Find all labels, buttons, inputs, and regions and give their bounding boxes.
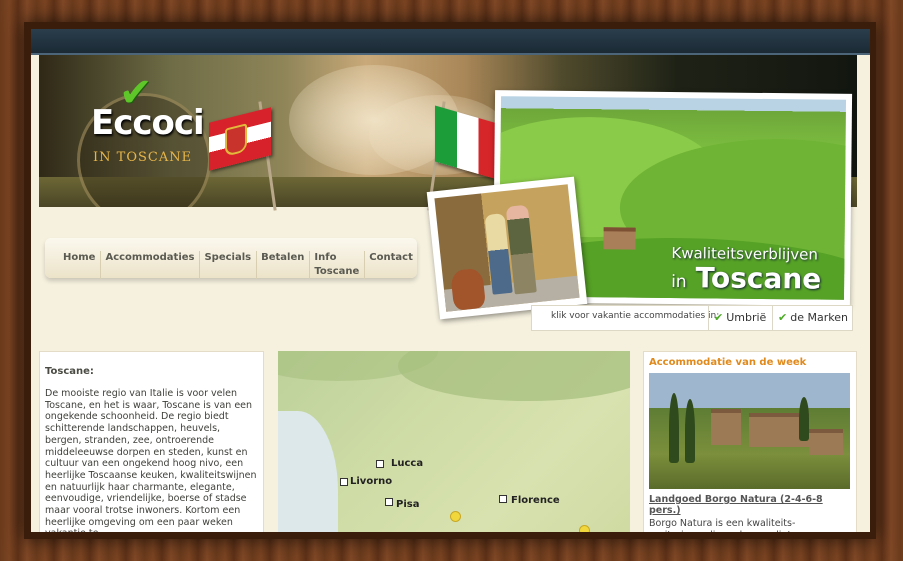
crest-icon [225, 123, 247, 157]
city-marker-icon [499, 495, 507, 503]
accommodation-marker-icon[interactable] [579, 525, 590, 532]
slogan-main-text: Toscane [695, 261, 822, 296]
nav-home[interactable]: Home [59, 251, 100, 279]
city-marker-icon [376, 460, 384, 468]
region-marken-button[interactable]: ✔ de Marken [772, 306, 852, 330]
region-links: klik voor vakantie accommodaties in: ✔ Um… [531, 305, 853, 331]
borgo-natura-photo[interactable] [649, 373, 850, 489]
sea-area [278, 411, 338, 532]
web-page: ✔ Eccoci IN TOSCANE Kwaliteitsverblijven… [31, 29, 870, 532]
logo-title[interactable]: Eccoci [91, 103, 205, 143]
farmhouse [603, 227, 636, 250]
week-panel: Accommodatie van de week Landgoed Borgo … [643, 351, 857, 532]
city-livorno[interactable]: Livorno [350, 476, 392, 487]
logo-subtitle: IN TOSCANE [93, 150, 193, 165]
top-bar [31, 29, 870, 55]
region-label: klik voor vakantie accommodaties in: [551, 311, 720, 321]
check-icon: ✔ [778, 311, 788, 324]
hosts-photo [426, 176, 588, 320]
city-lucca[interactable]: Lucca [391, 458, 423, 469]
region-marken-label: de Marken [790, 311, 848, 324]
city-florence[interactable]: Florence [511, 495, 560, 506]
intro-panel: Toscane: De mooiste regio van Italie is … [39, 351, 264, 532]
nav-accommodaties[interactable]: Accommodaties [100, 251, 199, 279]
city-pisa[interactable]: Pisa [396, 499, 419, 510]
week-title: Accommodatie van de week [649, 357, 807, 368]
intro-text: De mooiste regio van Italie is voor vele… [45, 388, 257, 532]
terracotta-pot [450, 267, 487, 311]
week-description: Borgo Natura is een kwaliteits-agrituris… [649, 518, 827, 532]
toscane-map[interactable]: Lucca Livorno Pisa Florence [278, 351, 630, 532]
city-marker-icon [385, 498, 393, 506]
nav-info-toscane[interactable]: Info Toscane [309, 251, 364, 279]
nav-betalen[interactable]: Betalen [256, 251, 309, 279]
check-icon: ✔ [714, 311, 724, 324]
city-marker-icon [340, 478, 348, 486]
slogan-prefix: in [671, 271, 687, 293]
nav-contact[interactable]: Contact [364, 251, 418, 279]
region-umbrie-button[interactable]: ✔ Umbrië [708, 306, 774, 330]
slogan-main: in Toscane [671, 261, 822, 296]
main-nav: Home Accommodaties Specials Betalen Info… [45, 238, 418, 279]
accommodation-marker-icon[interactable] [450, 511, 461, 522]
nav-specials[interactable]: Specials [199, 251, 256, 279]
intro-title: Toscane: [45, 366, 94, 377]
week-accommodation-link[interactable]: Landgoed Borgo Natura (2-4-6-8 pers.) [649, 494, 856, 516]
region-umbrie-label: Umbrië [726, 311, 767, 324]
